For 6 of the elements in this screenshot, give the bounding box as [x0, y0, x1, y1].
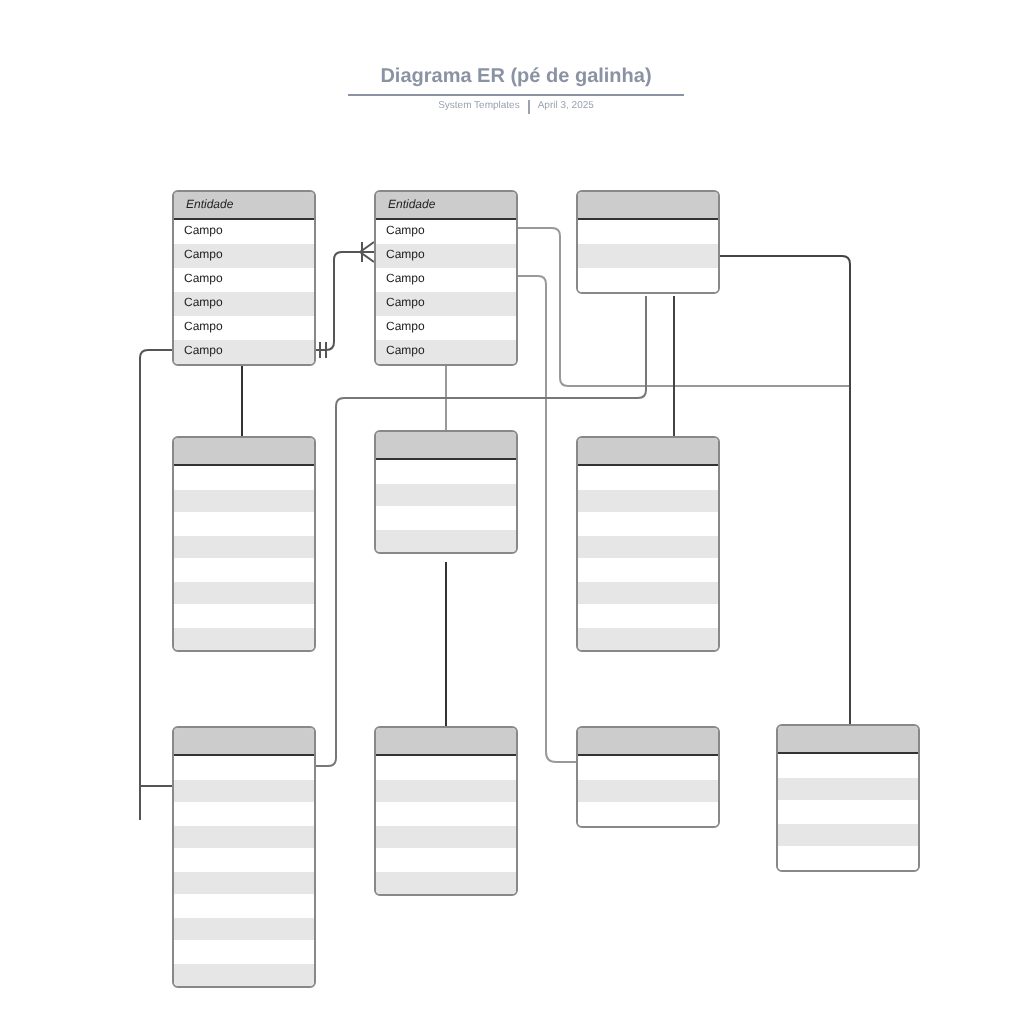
relationship-connector: [315, 241, 375, 359]
entity-table: [576, 726, 720, 827]
entity-table: [576, 190, 720, 294]
diagram-title: Diagrama ER (pé de galinha): [348, 66, 684, 96]
entity-table: [374, 430, 518, 554]
connector-line: [241, 361, 243, 437]
